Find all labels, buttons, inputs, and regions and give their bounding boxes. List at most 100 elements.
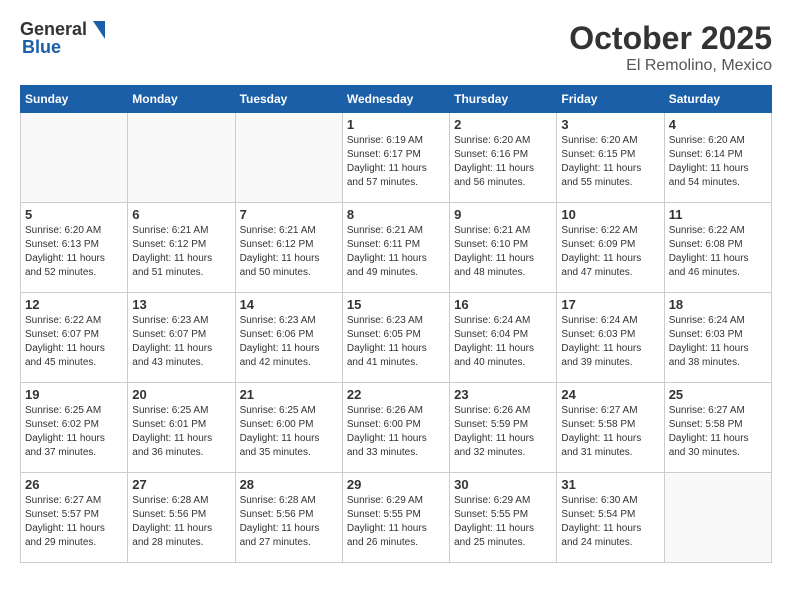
logo: General Blue xyxy=(20,20,105,58)
day-info: Sunrise: 6:25 AMSunset: 6:02 PMDaylight:… xyxy=(25,404,123,460)
calendar-cell xyxy=(235,113,342,203)
day-info: Sunrise: 6:21 AMSunset: 6:12 PMDaylight:… xyxy=(240,224,338,280)
day-number: 15 xyxy=(347,297,445,312)
day-number: 11 xyxy=(669,207,767,222)
calendar-cell: 21Sunrise: 6:25 AMSunset: 6:00 PMDayligh… xyxy=(235,383,342,473)
calendar-cell xyxy=(664,473,771,563)
day-header-saturday: Saturday xyxy=(664,86,771,113)
day-info: Sunrise: 6:29 AMSunset: 5:55 PMDaylight:… xyxy=(454,494,552,550)
day-info: Sunrise: 6:28 AMSunset: 5:56 PMDaylight:… xyxy=(132,494,230,550)
calendar-cell: 10 Sunrise: 6:22 AMSunset: 6:09 PMDayligh… xyxy=(557,203,664,293)
location-subtitle: El Remolino, Mexico xyxy=(569,57,772,75)
title-block: October 2025 El Remolino, Mexico xyxy=(569,20,772,75)
day-number: 30 xyxy=(454,477,552,492)
day-info: Sunrise: 6:27 AMSunset: 5:58 PMDaylight:… xyxy=(561,404,659,460)
day-info: Sunrise: 6:30 AMSunset: 5:54 PMDaylight:… xyxy=(561,494,659,550)
day-number: 18 xyxy=(669,297,767,312)
day-number: 1 xyxy=(347,117,445,132)
calendar-cell: 28 Sunrise: 6:28 AMSunset: 5:56 PMDayligh… xyxy=(235,473,342,563)
day-info: Sunrise: 6:23 AMSunset: 6:06 PMDaylight:… xyxy=(240,314,338,370)
day-header-monday: Monday xyxy=(128,86,235,113)
day-number: 22 xyxy=(347,387,445,402)
day-number: 17 xyxy=(561,297,659,312)
calendar-cell: 26Sunrise: 6:27 AMSunset: 5:57 PMDayligh… xyxy=(21,473,128,563)
calendar-cell: 15 Sunrise: 6:23 AMSunset: 6:05 PMDayligh… xyxy=(342,293,449,383)
calendar-cell: 12 Sunrise: 6:22 AMSunset: 6:07 PMDayligh… xyxy=(21,293,128,383)
day-info: Sunrise: 6:27 AMSunset: 5:58 PMDaylight:… xyxy=(669,404,767,460)
day-number: 21 xyxy=(240,387,338,402)
calendar-cell: 29 Sunrise: 6:29 AMSunset: 5:55 PMDayligh… xyxy=(342,473,449,563)
day-info: Sunrise: 6:25 AMSunset: 6:01 PMDaylight:… xyxy=(132,404,230,460)
day-number: 5 xyxy=(25,207,123,222)
day-number: 6 xyxy=(132,207,230,222)
day-info: Sunrise: 6:20 AMSunset: 6:15 PMDaylight:… xyxy=(561,134,659,190)
calendar-cell: 9 Sunrise: 6:21 AMSunset: 6:10 PMDaylight… xyxy=(450,203,557,293)
calendar-cell: 6 Sunrise: 6:21 AMSunset: 6:12 PMDaylight… xyxy=(128,203,235,293)
calendar-header-row: SundayMondayTuesdayWednesdayThursdayFrid… xyxy=(21,86,772,113)
calendar-week-row: 1 Sunrise: 6:19 AMSunset: 6:17 PMDaylight… xyxy=(21,113,772,203)
day-number: 24 xyxy=(561,387,659,402)
calendar-cell: 31 Sunrise: 6:30 AMSunset: 5:54 PMDayligh… xyxy=(557,473,664,563)
calendar-cell: 8 Sunrise: 6:21 AMSunset: 6:11 PMDaylight… xyxy=(342,203,449,293)
day-header-thursday: Thursday xyxy=(450,86,557,113)
calendar-cell: 11Sunrise: 6:22 AMSunset: 6:08 PMDayligh… xyxy=(664,203,771,293)
day-info: Sunrise: 6:22 AMSunset: 6:07 PMDaylight:… xyxy=(25,314,123,370)
day-number: 4 xyxy=(669,117,767,132)
calendar-cell: 13Sunrise: 6:23 AMSunset: 6:07 PMDayligh… xyxy=(128,293,235,383)
day-info: Sunrise: 6:21 AMSunset: 6:12 PMDaylight:… xyxy=(132,224,230,280)
calendar-cell: 2Sunrise: 6:20 AMSunset: 6:16 PMDaylight… xyxy=(450,113,557,203)
day-number: 19 xyxy=(25,387,123,402)
day-info: Sunrise: 6:28 AMSunset: 5:56 PMDaylight:… xyxy=(240,494,338,550)
day-info: Sunrise: 6:23 AMSunset: 6:05 PMDaylight:… xyxy=(347,314,445,370)
day-number: 10 xyxy=(561,207,659,222)
calendar-cell: 30 Sunrise: 6:29 AMSunset: 5:55 PMDayligh… xyxy=(450,473,557,563)
day-header-friday: Friday xyxy=(557,86,664,113)
calendar-cell: 27Sunrise: 6:28 AMSunset: 5:56 PMDayligh… xyxy=(128,473,235,563)
calendar-cell: 16Sunrise: 6:24 AMSunset: 6:04 PMDayligh… xyxy=(450,293,557,383)
day-info: Sunrise: 6:21 AMSunset: 6:10 PMDaylight:… xyxy=(454,224,552,280)
day-header-sunday: Sunday xyxy=(21,86,128,113)
calendar-week-row: 19 Sunrise: 6:25 AMSunset: 6:02 PMDayligh… xyxy=(21,383,772,473)
day-number: 31 xyxy=(561,477,659,492)
month-title: October 2025 xyxy=(569,20,772,57)
day-info: Sunrise: 6:21 AMSunset: 6:11 PMDaylight:… xyxy=(347,224,445,280)
day-info: Sunrise: 6:22 AMSunset: 6:09 PMDaylight:… xyxy=(561,224,659,280)
calendar-cell: 14 Sunrise: 6:23 AMSunset: 6:06 PMDayligh… xyxy=(235,293,342,383)
calendar-cell: 25Sunrise: 6:27 AMSunset: 5:58 PMDayligh… xyxy=(664,383,771,473)
day-number: 20 xyxy=(132,387,230,402)
day-number: 23 xyxy=(454,387,552,402)
calendar-cell: 18 Sunrise: 6:24 AMSunset: 6:03 PMDayligh… xyxy=(664,293,771,383)
day-number: 28 xyxy=(240,477,338,492)
calendar-cell: 24 Sunrise: 6:27 AMSunset: 5:58 PMDayligh… xyxy=(557,383,664,473)
day-number: 26 xyxy=(25,477,123,492)
day-header-wednesday: Wednesday xyxy=(342,86,449,113)
day-info: Sunrise: 6:24 AMSunset: 6:04 PMDaylight:… xyxy=(454,314,552,370)
calendar-cell: 19 Sunrise: 6:25 AMSunset: 6:02 PMDayligh… xyxy=(21,383,128,473)
calendar-cell: 17 Sunrise: 6:24 AMSunset: 6:03 PMDayligh… xyxy=(557,293,664,383)
calendar-cell: 1 Sunrise: 6:19 AMSunset: 6:17 PMDaylight… xyxy=(342,113,449,203)
day-number: 12 xyxy=(25,297,123,312)
calendar-cell xyxy=(128,113,235,203)
calendar-cell xyxy=(21,113,128,203)
calendar-cell: 22 Sunrise: 6:26 AMSunset: 6:00 PMDayligh… xyxy=(342,383,449,473)
day-info: Sunrise: 6:24 AMSunset: 6:03 PMDaylight:… xyxy=(669,314,767,370)
calendar-cell: 4Sunrise: 6:20 AMSunset: 6:14 PMDaylight… xyxy=(664,113,771,203)
day-number: 29 xyxy=(347,477,445,492)
logo-icon xyxy=(89,21,105,39)
day-number: 9 xyxy=(454,207,552,222)
calendar-cell: 20 Sunrise: 6:25 AMSunset: 6:01 PMDayligh… xyxy=(128,383,235,473)
page-header: General Blue October 2025 El Remolino, M… xyxy=(20,20,772,75)
day-info: Sunrise: 6:26 AMSunset: 6:00 PMDaylight:… xyxy=(347,404,445,460)
day-info: Sunrise: 6:26 AMSunset: 5:59 PMDaylight:… xyxy=(454,404,552,460)
day-number: 14 xyxy=(240,297,338,312)
day-info: Sunrise: 6:19 AMSunset: 6:17 PMDaylight:… xyxy=(347,134,445,190)
calendar-week-row: 5 Sunrise: 6:20 AMSunset: 6:13 PMDaylight… xyxy=(21,203,772,293)
day-number: 13 xyxy=(132,297,230,312)
calendar-week-row: 26Sunrise: 6:27 AMSunset: 5:57 PMDayligh… xyxy=(21,473,772,563)
day-number: 7 xyxy=(240,207,338,222)
day-info: Sunrise: 6:20 AMSunset: 6:13 PMDaylight:… xyxy=(25,224,123,280)
day-info: Sunrise: 6:29 AMSunset: 5:55 PMDaylight:… xyxy=(347,494,445,550)
day-number: 8 xyxy=(347,207,445,222)
day-info: Sunrise: 6:24 AMSunset: 6:03 PMDaylight:… xyxy=(561,314,659,370)
day-info: Sunrise: 6:20 AMSunset: 6:16 PMDaylight:… xyxy=(454,134,552,190)
